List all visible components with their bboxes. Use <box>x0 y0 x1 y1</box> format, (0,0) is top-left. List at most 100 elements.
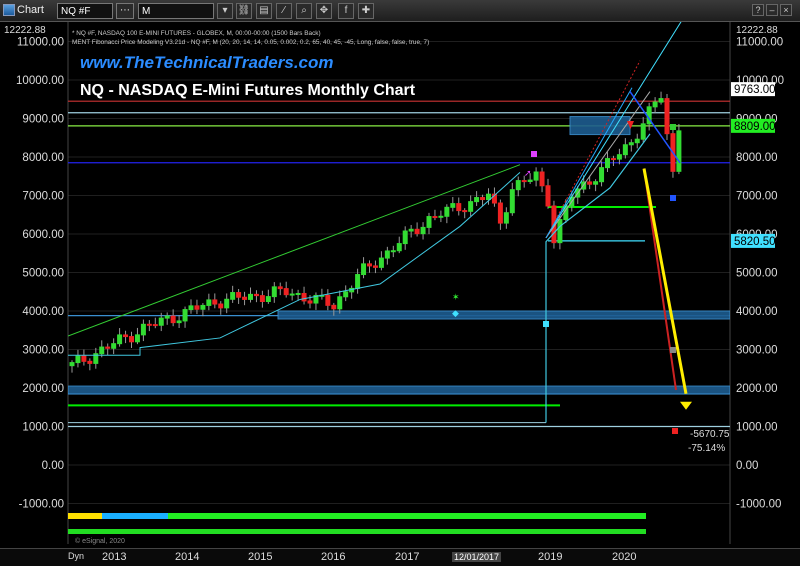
y-tick-right: 2000.00 <box>736 383 778 395</box>
price-chart[interactable]: ✶◆➚ 12000.0011000.0010000.009000.008000.… <box>0 22 800 566</box>
candle-body <box>462 210 468 213</box>
y-tick-left: 7000.00 <box>22 191 64 203</box>
share-icon[interactable]: ✚ <box>358 3 374 19</box>
candle-body <box>474 197 480 203</box>
dyn-label[interactable]: Dyn <box>68 551 84 561</box>
candle-body <box>325 294 331 306</box>
candle-body <box>605 158 610 169</box>
chart-style-icon[interactable]: ▤ <box>256 3 272 19</box>
candle-body <box>396 243 402 252</box>
arrow-head <box>680 401 692 410</box>
draw-tool-icon[interactable]: ∕ <box>276 3 292 19</box>
top-price-label-left: 12222.88 <box>4 25 46 36</box>
y-tick-right: 0.00 <box>736 460 758 472</box>
candle-body <box>557 219 563 244</box>
y-tick-right: 8000.00 <box>736 152 778 164</box>
candle-body <box>468 201 474 212</box>
time-axis[interactable]: Dyn 2013 2014 2015 2016 2017 12/01/2017 … <box>0 548 800 566</box>
y-tick-right: 4000.00 <box>736 306 778 318</box>
indicator-strip <box>68 513 102 519</box>
candle-body <box>134 334 140 343</box>
candle-body <box>212 299 218 305</box>
minimize-icon[interactable]: – <box>766 4 778 16</box>
candle-body <box>480 197 486 201</box>
price-tag-8809: 8809.00 <box>734 121 776 133</box>
indicator-strip <box>168 513 646 519</box>
candle-body <box>271 286 277 298</box>
facebook-icon[interactable]: f <box>338 3 354 19</box>
y-tick-left: 2000.00 <box>22 383 64 395</box>
info-line-1: * NQ #F, NASDAQ 100 E-MINI FUTURES - GLO… <box>72 30 321 37</box>
candle-body <box>593 181 599 185</box>
star-marker: ✶ <box>452 292 460 302</box>
close-icon[interactable]: × <box>780 4 792 16</box>
candle-body <box>289 293 295 296</box>
help-icon[interactable]: ? <box>752 4 764 16</box>
y-tick-left: 0.00 <box>42 460 64 472</box>
candle-body <box>81 355 87 362</box>
candle-body <box>182 309 188 322</box>
y-tick-left: 4000.00 <box>22 306 64 318</box>
y-tick-right: 3000.00 <box>736 345 778 357</box>
y-tick-left: 9000.00 <box>22 114 64 126</box>
signal-marker <box>531 151 537 157</box>
y-tick-right: -1000.00 <box>736 499 781 511</box>
chart-icon <box>3 4 15 16</box>
signal-marker <box>543 321 549 327</box>
candle-body <box>194 305 200 310</box>
y-tick-left: 11000.00 <box>17 37 64 49</box>
candle-body <box>242 296 248 300</box>
candle-body <box>408 228 414 232</box>
y-tick-right: 11000.00 <box>736 37 783 49</box>
cursor-icon[interactable]: ✥ <box>316 3 332 19</box>
y-tick-right: 5000.00 <box>736 268 778 280</box>
link-icon[interactable]: ⛓ <box>236 3 252 19</box>
candle-body <box>372 265 378 268</box>
website-watermark: www.TheTechnicalTraders.com <box>80 53 334 72</box>
candle-body <box>253 293 259 297</box>
candle-body <box>402 230 408 245</box>
candle-body <box>259 295 265 302</box>
candle-body <box>634 138 640 144</box>
candle-body <box>218 303 224 309</box>
y-tick-right: 1000.00 <box>736 422 778 434</box>
candle-body <box>265 296 271 302</box>
candle-body <box>331 304 337 310</box>
candle-body <box>658 98 664 103</box>
candle-body <box>610 158 616 161</box>
interval-input[interactable] <box>138 3 214 19</box>
candle-body <box>420 226 426 235</box>
title-bar: Chart ⋯ ▾ ⛓ ▤ ∕ ⌕ ✥ f ✚ ? – × <box>0 0 800 22</box>
price-tag-5820: 5820.50 <box>734 236 776 248</box>
dropdown-icon[interactable]: ▾ <box>217 3 233 19</box>
candle-body <box>414 228 420 235</box>
symbol-input[interactable] <box>57 3 113 19</box>
candle-body <box>444 206 450 217</box>
signal-marker <box>672 428 678 434</box>
candle-body <box>140 323 146 336</box>
candle-body <box>616 154 622 160</box>
candle-body <box>533 171 539 181</box>
y-tick-left: 10000.00 <box>16 75 64 87</box>
x-tick-2017: 2017 <box>395 551 420 563</box>
zoom-icon[interactable]: ⌕ <box>296 3 312 19</box>
x-tick-2016: 2016 <box>321 551 346 563</box>
candle-body <box>497 202 503 224</box>
y-tick-left: 1000.00 <box>22 422 64 434</box>
candle-body <box>146 323 152 326</box>
candle-body <box>248 293 253 300</box>
candle-body <box>337 296 343 310</box>
symbol-lookup-icon[interactable]: ⋯ <box>116 3 134 19</box>
stop-line <box>545 133 651 423</box>
candle-body <box>390 250 396 253</box>
y-tick-left: 6000.00 <box>22 229 64 241</box>
arrow-marker: ➚ <box>524 168 532 178</box>
candle-body <box>158 317 164 326</box>
chart-title: NQ - NASDAQ E-Mini Futures Monthly Chart <box>80 82 416 99</box>
signal-marker <box>670 347 676 353</box>
projection-arrow-yellow <box>642 168 688 395</box>
candle-body <box>622 144 628 156</box>
candle-body <box>176 320 182 324</box>
trailing-stop <box>68 172 521 356</box>
candle-body <box>587 181 593 185</box>
